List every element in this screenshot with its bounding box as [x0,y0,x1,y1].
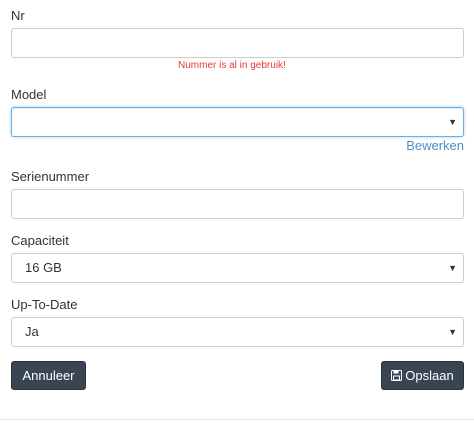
caret-down-icon: ▼ [448,117,457,127]
serienummer-input[interactable] [11,189,464,219]
nr-input[interactable] [11,28,464,58]
capaciteit-select[interactable]: 16 GB ▼ [11,253,464,283]
cancel-button[interactable]: Annuleer [11,361,86,390]
nr-error-message: Nummer is al in gebruik! [178,60,286,71]
footer-divider [0,419,474,420]
capaciteit-select-value: 16 GB [25,260,62,275]
model-label: Model [11,87,47,102]
up-to-date-select[interactable]: Ja ▼ [11,317,464,347]
nr-label: Nr [11,8,25,23]
save-button-label: Opslaan [405,368,454,383]
caret-down-icon: ▼ [448,327,457,337]
up-to-date-label: Up-To-Date [11,297,78,312]
floppy-disk-icon [391,363,403,390]
model-edit-link[interactable]: Bewerken [406,138,464,153]
save-button[interactable]: Opslaan [381,361,464,390]
cancel-button-label: Annuleer [22,368,75,383]
up-to-date-select-value: Ja [25,324,39,339]
caret-down-icon: ▼ [448,263,457,273]
model-select[interactable]: ▼ [11,107,464,137]
capaciteit-label: Capaciteit [11,233,69,248]
serienummer-label: Serienummer [11,169,90,184]
